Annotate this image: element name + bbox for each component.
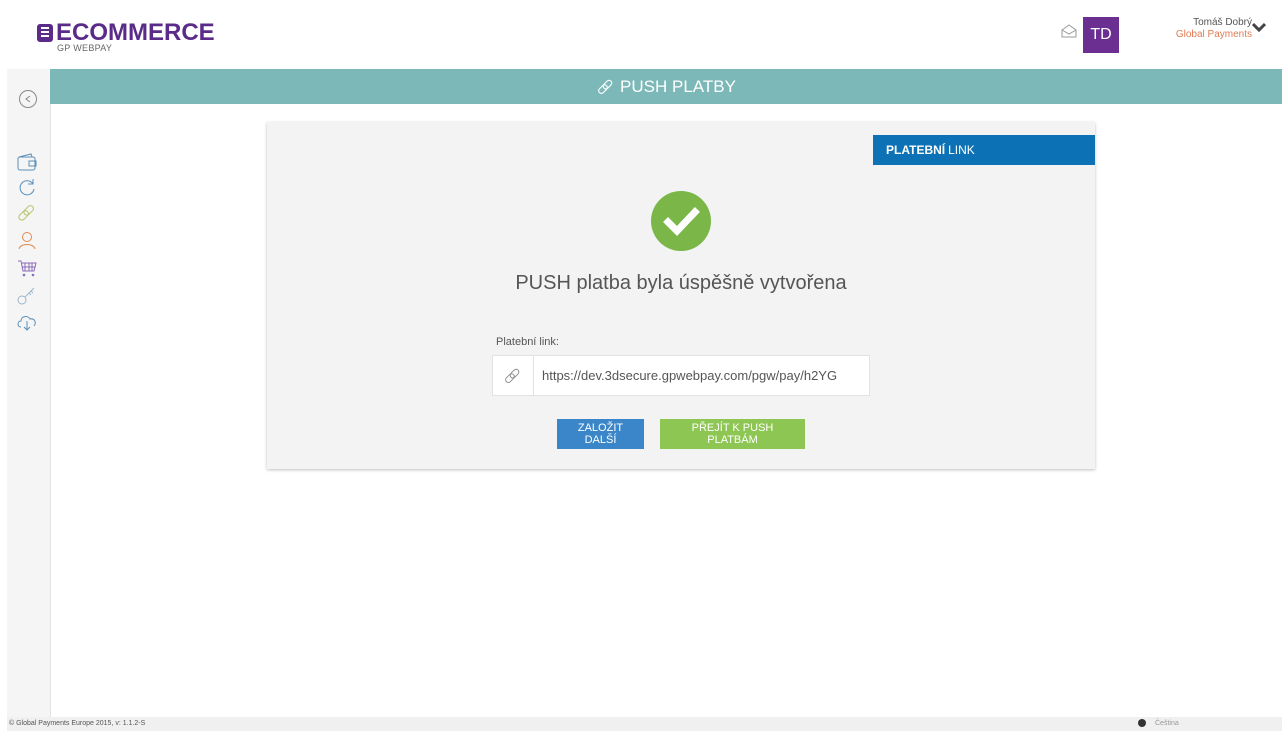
cloud-download-icon[interactable] (16, 312, 38, 332)
link-icon (598, 79, 613, 94)
success-message: PUSH platba byla úspěšně vytvořena (515, 272, 847, 294)
checkmark-icon (663, 207, 700, 237)
tab-label-rest: LINK (948, 143, 975, 157)
payment-link-label: Platební link: (496, 336, 559, 348)
wallet-icon[interactable] (16, 152, 38, 172)
messages-icon[interactable] (1061, 24, 1077, 38)
logo[interactable]: ECOMMERCE GP WEBPAY (37, 21, 215, 53)
user-menu[interactable]: Tomáš Dobrý Global Payments (1176, 17, 1252, 41)
go-to-push-payments-button[interactable]: PŘEJÍT K PUSH PLATBÁM (660, 419, 805, 449)
tab-payment-link[interactable]: PLATEBNÍ LINK (873, 135, 1095, 165)
footer-copyright: © Global Payments Europe 2015, v: 1.1.2-… (9, 720, 146, 727)
chevron-left-icon (25, 95, 31, 103)
link-icon[interactable] (16, 203, 38, 223)
page-header: PUSH PLATBY (50, 69, 1282, 104)
result-card: PLATEBNÍ LINK PUSH platba byla úspěšně v… (267, 122, 1095, 469)
user-icon[interactable] (16, 230, 38, 250)
key-icon[interactable] (16, 286, 38, 306)
avatar[interactable]: TD (1083, 17, 1119, 53)
page-title: PUSH PLATBY (620, 76, 736, 96)
create-another-button[interactable]: ZALOŽIT DALŠÍ (557, 419, 644, 449)
chevron-down-icon[interactable] (1252, 22, 1266, 32)
refresh-icon[interactable] (16, 177, 38, 197)
user-company: Global Payments (1175, 29, 1252, 40)
collapse-sidebar-button[interactable] (19, 90, 37, 108)
language-label: Čeština (1155, 719, 1179, 727)
user-name: Tomáš Dobrý (1193, 17, 1252, 28)
logo-mark-icon (37, 24, 53, 42)
link-icon (505, 368, 520, 383)
success-check-icon (651, 191, 711, 251)
globe-icon (1138, 719, 1146, 727)
payment-link-input[interactable] (534, 357, 869, 394)
language-selector[interactable]: Čeština (1138, 719, 1179, 727)
payment-link-field (492, 355, 870, 396)
link-addon (493, 356, 534, 395)
sidebar (7, 69, 51, 717)
logo-text: ECOMMERCE (56, 19, 215, 46)
tab-label-bold: PLATEBNÍ (886, 143, 946, 157)
footer: © Global Payments Europe 2015, v: 1.1.2-… (7, 717, 1282, 731)
cart-icon[interactable] (16, 258, 38, 278)
